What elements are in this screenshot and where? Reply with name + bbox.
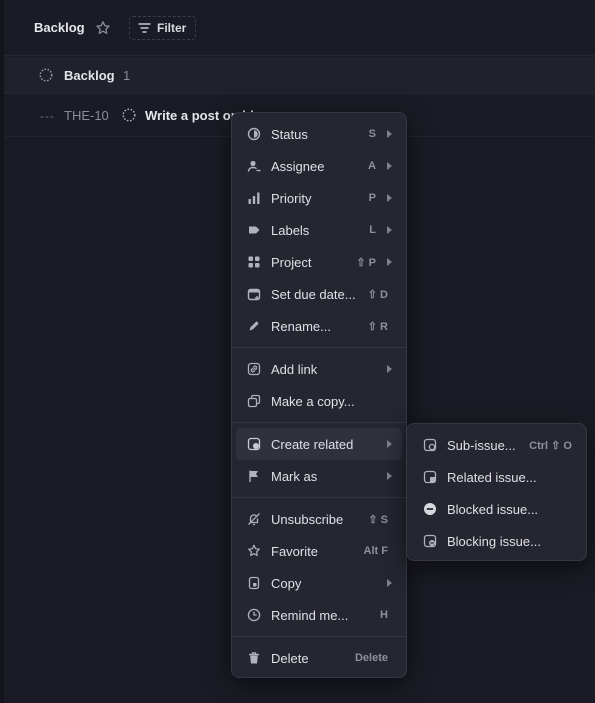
shortcut-hint: ⇧ S xyxy=(368,513,388,526)
menu-item-label: Related issue... xyxy=(447,469,537,485)
submenu-arrow-icon xyxy=(387,194,392,202)
label-icon xyxy=(246,222,262,238)
calendar-icon xyxy=(246,286,262,302)
shortcut-hint: ⇧ P xyxy=(356,256,376,269)
menu-item-label: Make a copy... xyxy=(271,393,355,409)
menu-item-priority[interactable]: Priority P xyxy=(236,182,402,214)
star-icon[interactable] xyxy=(95,20,111,36)
submenu-arrow-icon xyxy=(387,162,392,170)
submenu-arrow-icon xyxy=(387,226,392,234)
app-window: Backlog Filter Backlog 1 --- THE-10 Writ… xyxy=(0,0,595,703)
shortcut-hint: H xyxy=(380,609,388,621)
create-related-submenu: Sub-issue... Ctrl ⇧ O Related issue... B… xyxy=(406,423,587,561)
menu-divider xyxy=(232,422,406,423)
submenu-item-sub-issue[interactable]: Sub-issue... Ctrl ⇧ O xyxy=(411,429,582,461)
shortcut-hint: Delete xyxy=(354,652,388,664)
menu-item-label: Blocked issue... xyxy=(447,501,539,517)
menu-item-make-a-copy[interactable]: Make a copy... xyxy=(236,385,402,417)
submenu-arrow-icon xyxy=(387,130,392,138)
menu-item-label: Status xyxy=(271,126,308,142)
backlog-status-icon xyxy=(39,68,53,82)
star-icon xyxy=(246,543,262,559)
sub-issue-icon xyxy=(422,437,438,453)
submenu-item-blocking-issue[interactable]: Blocking issue... xyxy=(411,525,582,557)
filter-button[interactable]: Filter xyxy=(129,16,196,40)
menu-divider xyxy=(232,497,406,498)
menu-item-label: Labels xyxy=(271,222,310,238)
menu-item-rename[interactable]: Rename... ⇧ R xyxy=(236,310,402,342)
group-header-backlog[interactable]: Backlog 1 xyxy=(4,57,595,94)
menu-item-mark-as[interactable]: Mark as xyxy=(236,460,402,492)
no-priority-icon[interactable]: --- xyxy=(40,109,55,123)
pencil-icon xyxy=(246,318,262,334)
submenu-arrow-icon xyxy=(387,440,392,448)
menu-item-delete[interactable]: Delete Delete xyxy=(236,642,402,674)
shortcut-hint: ⇧ R xyxy=(367,320,388,333)
submenu-arrow-icon xyxy=(387,472,392,480)
clock-icon xyxy=(246,607,262,623)
menu-item-label: Assignee xyxy=(271,158,325,174)
flag-icon xyxy=(246,468,262,484)
shortcut-hint: L xyxy=(369,224,376,236)
shortcut-hint: A xyxy=(368,160,376,172)
menu-item-label: Project xyxy=(271,254,312,270)
shortcut-hint: Alt F xyxy=(363,545,388,557)
submenu-arrow-icon xyxy=(387,258,392,266)
menu-item-labels[interactable]: Labels L xyxy=(236,214,402,246)
shortcut-hint: P xyxy=(368,192,376,204)
bell-off-icon xyxy=(246,511,262,527)
menu-item-add-link[interactable]: Add link xyxy=(236,353,402,385)
menu-item-set-due-date[interactable]: Set due date... ⇧ D xyxy=(236,278,402,310)
view-header: Backlog Filter xyxy=(4,0,595,56)
link-icon xyxy=(246,361,262,377)
menu-item-label: Blocking issue... xyxy=(447,533,541,549)
status-icon xyxy=(246,126,262,142)
clipboard-icon xyxy=(246,575,262,591)
menu-item-label: Add link xyxy=(271,361,318,377)
menu-item-favorite[interactable]: Favorite Alt F xyxy=(236,535,402,567)
project-icon xyxy=(246,254,262,270)
submenu-arrow-icon xyxy=(387,365,392,373)
menu-item-assignee[interactable]: Assignee A xyxy=(236,150,402,182)
menu-item-project[interactable]: Project ⇧ P xyxy=(236,246,402,278)
menu-item-unsubscribe[interactable]: Unsubscribe ⇧ S xyxy=(236,503,402,535)
submenu-item-related-issue[interactable]: Related issue... xyxy=(411,461,582,493)
group-name: Backlog xyxy=(64,68,115,83)
submenu-item-blocked-issue[interactable]: Blocked issue... xyxy=(411,493,582,525)
priority-icon xyxy=(246,190,262,206)
shortcut-hint: S xyxy=(368,128,376,140)
assignee-icon xyxy=(246,158,262,174)
blocked-issue-icon xyxy=(422,501,438,517)
copy-icon xyxy=(246,393,262,409)
menu-item-remind-me[interactable]: Remind me... H xyxy=(236,599,402,631)
filter-label: Filter xyxy=(157,21,187,35)
menu-item-status[interactable]: Status S xyxy=(236,118,402,150)
submenu-arrow-icon xyxy=(387,579,392,587)
menu-item-create-related[interactable]: Create related xyxy=(236,428,402,460)
menu-item-label: Mark as xyxy=(271,468,318,484)
backlog-status-icon[interactable] xyxy=(122,108,136,122)
menu-item-label: Create related xyxy=(271,436,354,452)
issue-id: THE-10 xyxy=(64,108,109,123)
menu-divider xyxy=(232,636,406,637)
view-title: Backlog xyxy=(34,20,85,35)
menu-item-label: Copy xyxy=(271,575,302,591)
blocking-issue-icon xyxy=(422,533,438,549)
menu-divider xyxy=(232,347,406,348)
create-related-icon xyxy=(246,436,262,452)
issue-context-menu: Status S Assignee A Priority P Labels L … xyxy=(231,112,407,678)
group-count: 1 xyxy=(123,68,131,83)
shortcut-hint: ⇧ D xyxy=(367,288,388,301)
related-issue-icon xyxy=(422,469,438,485)
menu-item-label: Priority xyxy=(271,190,312,206)
trash-icon xyxy=(246,650,262,666)
shortcut-hint: Ctrl ⇧ O xyxy=(529,439,572,452)
filter-icon xyxy=(138,22,151,34)
menu-item-copy[interactable]: Copy xyxy=(236,567,402,599)
